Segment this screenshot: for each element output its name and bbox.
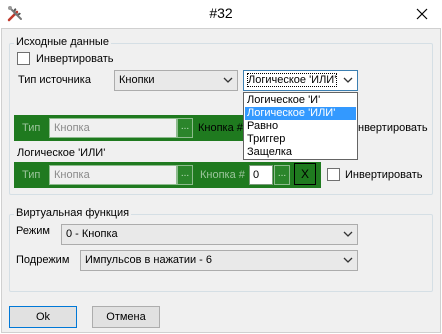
source-group-legend: Исходные данные xyxy=(14,36,111,48)
row2-button-num-value: 0 xyxy=(253,169,260,181)
window-title: #32 xyxy=(209,5,233,21)
invert-checkbox-main[interactable] xyxy=(17,52,30,65)
title-bar: #32 xyxy=(0,0,442,28)
logic-option-equal[interactable]: Равно xyxy=(245,120,356,133)
row2-button-num-label: Кнопка # xyxy=(200,169,245,181)
row2-type-placeholder: Кнопка xyxy=(54,169,90,181)
mode-value: 0 - Кнопка xyxy=(66,228,118,240)
logic-option-trigger[interactable]: Триггер xyxy=(245,133,356,146)
row2-type-label: Тип xyxy=(22,169,41,181)
row1-type-input[interactable]: Кнопка xyxy=(49,118,177,138)
invert-label-main: Инвертировать xyxy=(36,53,114,65)
row1-type-placeholder: Кнопка xyxy=(54,122,90,134)
logic-value: Логическое 'ИЛИ' xyxy=(246,73,338,87)
mode-label: Режим xyxy=(16,225,50,237)
row2-browse-button[interactable]: ... xyxy=(177,165,193,185)
row2-invert-label: Инвертировать xyxy=(345,169,423,181)
row1-button-num-label: Кнопка # xyxy=(198,122,243,134)
row2-type-input[interactable]: Кнопка xyxy=(49,165,177,185)
row2-remove-button[interactable]: X xyxy=(294,163,316,185)
row2-invert-checkbox[interactable] xyxy=(327,168,340,181)
chevron-down-icon xyxy=(343,77,353,83)
logic-select[interactable]: Логическое 'ИЛИ' xyxy=(243,70,358,91)
row2-button-num-input[interactable]: 0 xyxy=(249,165,273,185)
submode-label: Подрежим xyxy=(16,254,70,266)
row1-type-label: Тип xyxy=(22,122,41,134)
mode-select[interactable]: 0 - Кнопка xyxy=(61,224,358,245)
chevron-down-icon xyxy=(343,231,353,237)
submode-select[interactable]: Импульсов в нажатии - 6 xyxy=(80,250,358,271)
source-type-label: Тип источника xyxy=(18,74,91,86)
logic-option-and[interactable]: Логическое 'И' xyxy=(245,94,356,107)
cancel-button[interactable]: Отмена xyxy=(92,306,160,328)
logic-option-or[interactable]: Логическое 'ИЛИ' xyxy=(245,107,356,120)
ok-button[interactable]: Ok xyxy=(9,306,77,328)
chevron-down-icon xyxy=(343,257,353,263)
logic-section-label: Логическое 'ИЛИ' xyxy=(17,147,106,159)
source-type-select[interactable]: Кнопки xyxy=(114,70,238,91)
logic-dropdown-list: Логическое 'И' Логическое 'ИЛИ' Равно Тр… xyxy=(243,92,358,160)
source-type-value: Кнопки xyxy=(119,74,155,86)
submode-value: Импульсов в нажатии - 6 xyxy=(85,254,213,266)
row1-browse-button[interactable]: ... xyxy=(177,118,193,138)
row1-invert-label: нвертировать xyxy=(358,122,428,134)
virtual-group-legend: Виртуальная функция xyxy=(14,207,132,219)
chevron-down-icon xyxy=(223,77,233,83)
row2-num-browse-button[interactable]: ... xyxy=(274,165,290,185)
close-icon[interactable] xyxy=(410,4,434,24)
logic-option-latch[interactable]: Защелка xyxy=(245,146,356,159)
